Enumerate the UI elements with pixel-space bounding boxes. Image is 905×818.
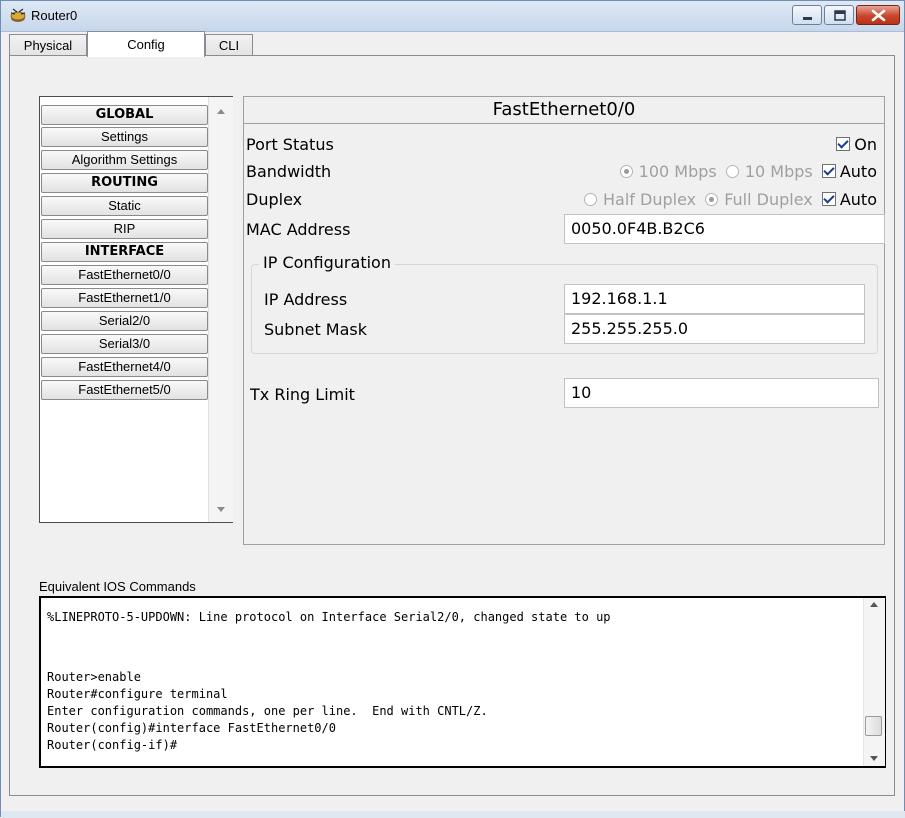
sidebar-item-fastethernet0-0[interactable]: FastEthernet0/0 xyxy=(41,265,208,285)
bw-auto-checkbox[interactable] xyxy=(821,164,836,178)
tx-ring-limit-field[interactable]: 10 xyxy=(564,378,879,408)
tab-physical[interactable]: Physical xyxy=(9,34,87,56)
sidebar-item-global[interactable]: GLOBAL xyxy=(41,105,208,125)
sidebar-item-fastethernet1-0[interactable]: FastEthernet1/0 xyxy=(41,288,208,308)
ip-configuration-title: IP Configuration xyxy=(259,253,395,272)
tx-ring-limit-label: Tx Ring Limit xyxy=(250,385,355,404)
sidebar-item-rip[interactable]: RIP xyxy=(41,219,208,239)
bw-auto-label: Auto xyxy=(839,162,877,181)
sidebar-item-fastethernet5-0[interactable]: FastEthernet5/0 xyxy=(41,380,208,400)
bw-100-radio[interactable] xyxy=(619,165,633,178)
ip-address-label: IP Address xyxy=(264,290,348,309)
sidebar-item-fastethernet4-0[interactable]: FastEthernet4/0 xyxy=(41,357,208,377)
sidebar-item-routing[interactable]: ROUTING xyxy=(41,173,208,193)
ios-line: %LINEPROTO-5-UPDOWN: Line protocol on In… xyxy=(47,610,611,624)
sidebar-scrollbar[interactable] xyxy=(208,97,233,522)
sidebar-item-serial3-0[interactable]: Serial3/0 xyxy=(41,334,208,354)
sidebar-item-serial2-0[interactable]: Serial2/0 xyxy=(41,311,208,331)
full-duplex-label: Full Duplex xyxy=(724,190,813,209)
ios-line: Enter configuration commands, one per li… xyxy=(47,704,488,718)
router-window: Router0 Physical Config CLI GLOBAL Setti… xyxy=(0,0,905,818)
mac-address-field[interactable]: 0050.0F4B.B2C6 xyxy=(564,214,885,244)
duplex-row: Half Duplex Full Duplex Auto xyxy=(584,190,877,209)
interface-title: FastEthernet0/0 xyxy=(244,97,884,124)
ios-line: Router>enable xyxy=(47,670,141,684)
maximize-button[interactable] xyxy=(824,5,854,25)
subnet-mask-label: Subnet Mask xyxy=(264,320,368,339)
duplex-label: Duplex xyxy=(246,190,303,209)
sidebar-item-settings[interactable]: Settings xyxy=(41,127,208,147)
port-status-label: Port Status xyxy=(246,135,334,154)
ios-scrollbar-thumb[interactable] xyxy=(865,716,882,736)
ios-commands-label: Equivalent IOS Commands xyxy=(39,579,196,594)
sidebar-item-algorithm-settings[interactable]: Algorithm Settings xyxy=(41,150,208,170)
half-duplex-radio[interactable] xyxy=(584,193,598,206)
bw-10-label: 10 Mbps xyxy=(744,162,813,181)
bw-10-radio[interactable] xyxy=(725,165,739,178)
tab-cli[interactable]: CLI xyxy=(205,34,253,56)
router-app-icon xyxy=(10,8,26,22)
sidebar-item-interface[interactable]: INTERFACE xyxy=(41,242,208,262)
ios-line: Router(config-if)# xyxy=(47,738,178,752)
minimize-button[interactable] xyxy=(792,5,822,25)
ios-scrollbar[interactable] xyxy=(863,598,885,766)
close-button[interactable] xyxy=(856,5,900,25)
ios-line: Router(config)#interface FastEthernet0/0 xyxy=(47,721,336,735)
scroll-up-icon[interactable] xyxy=(217,109,225,114)
ios-scroll-up-icon[interactable] xyxy=(870,602,878,607)
half-duplex-label: Half Duplex xyxy=(603,190,697,209)
mac-address-label: MAC Address xyxy=(246,220,351,239)
title-bar[interactable]: Router0 xyxy=(1,1,904,32)
ios-scroll-down-icon[interactable] xyxy=(870,756,878,761)
ip-address-field[interactable]: 192.168.1.1 xyxy=(564,284,865,314)
port-status-row: On xyxy=(836,135,877,154)
scroll-down-icon[interactable] xyxy=(217,507,225,512)
duplex-auto-label: Auto xyxy=(839,190,877,209)
ios-line: Router#configure terminal xyxy=(47,687,228,701)
bandwidth-row: 100 Mbps 10 Mbps Auto xyxy=(619,162,877,181)
bandwidth-label: Bandwidth xyxy=(246,162,332,181)
bw-100-label: 100 Mbps xyxy=(638,162,717,181)
sidebar-item-static[interactable]: Static xyxy=(41,196,208,216)
close-icon xyxy=(871,9,886,22)
duplex-auto-checkbox[interactable] xyxy=(821,192,836,206)
minimize-icon xyxy=(803,17,812,20)
tab-config[interactable]: Config xyxy=(87,31,205,57)
window-title: Router0 xyxy=(31,8,78,23)
port-status-on-label: On xyxy=(854,135,877,154)
port-status-checkbox[interactable] xyxy=(836,137,851,151)
full-duplex-radio[interactable] xyxy=(705,193,719,206)
subnet-mask-field[interactable]: 255.255.255.0 xyxy=(564,314,865,344)
maximize-icon xyxy=(834,10,846,21)
